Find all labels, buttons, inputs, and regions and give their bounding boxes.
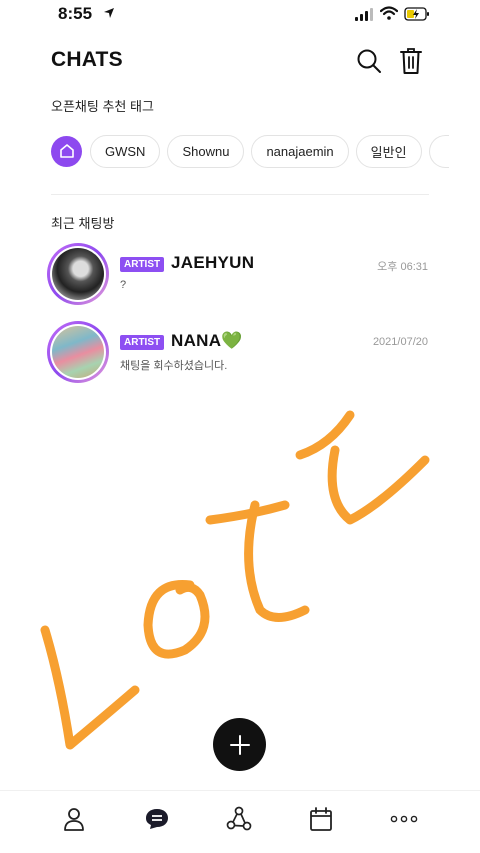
chat-bubble-icon [146, 809, 168, 829]
chat-name: JAEHYUN [171, 253, 255, 272]
tag-chip[interactable]: Shownu [167, 134, 245, 168]
status-time: 8:55 [58, 4, 93, 23]
plus-icon [229, 734, 250, 755]
chat-name: NANA💚 [171, 331, 243, 350]
chat-item[interactable]: ARTIST NANA💚 채팅을 회수하셨습니다. 2021/07/20 [47, 321, 431, 385]
tags-section-label: 오픈채팅 추천 태그 [51, 99, 154, 114]
more-dots-icon [390, 815, 418, 823]
chat-item[interactable]: ARTIST JAEHYUN ? 오후 06:31 [47, 243, 431, 307]
signal-icon [355, 8, 373, 21]
chat-preview: 채팅을 회수하셨습니다. [120, 360, 228, 372]
nav-more[interactable] [389, 805, 419, 833]
home-icon [59, 144, 74, 158]
avatar [47, 243, 109, 305]
tag-chip-partial[interactable] [428, 134, 449, 168]
page-title: CHATS [51, 48, 123, 71]
tag-chip[interactable]: nanajaemin [251, 134, 349, 168]
battery-charging-icon [404, 7, 429, 21]
share-nodes-icon [226, 806, 252, 831]
home-tag-button[interactable] [51, 135, 82, 167]
tag-chip[interactable]: GWSN [90, 134, 161, 168]
divider [51, 194, 429, 195]
calendar-icon [310, 807, 332, 831]
chat-time: 2021/07/20 [372, 336, 428, 348]
avatar [47, 321, 109, 383]
chat-time: 오후 06:31 [377, 261, 428, 273]
nav-calendar[interactable] [306, 805, 336, 833]
location-arrow-icon [104, 8, 114, 18]
trash-icon[interactable] [400, 47, 422, 75]
nav-chats[interactable] [142, 805, 172, 833]
search-icon[interactable] [356, 48, 382, 74]
nav-network[interactable] [224, 805, 254, 833]
tag-list: GWSN Shownu nanajaemin 일반인 [51, 134, 480, 168]
wifi-icon [380, 6, 398, 20]
artist-badge: ARTIST [120, 335, 165, 350]
nav-profile[interactable] [59, 805, 89, 833]
chat-preview: ? [120, 279, 127, 291]
recent-section-label: 최근 채팅방 [51, 216, 115, 231]
bottom-nav [0, 790, 480, 853]
tag-chip[interactable]: 일반인 [355, 134, 422, 168]
new-chat-button[interactable] [213, 718, 266, 771]
status-bar: 8:55 [0, 0, 480, 30]
person-icon [64, 808, 84, 831]
artist-badge: ARTIST [120, 257, 165, 272]
